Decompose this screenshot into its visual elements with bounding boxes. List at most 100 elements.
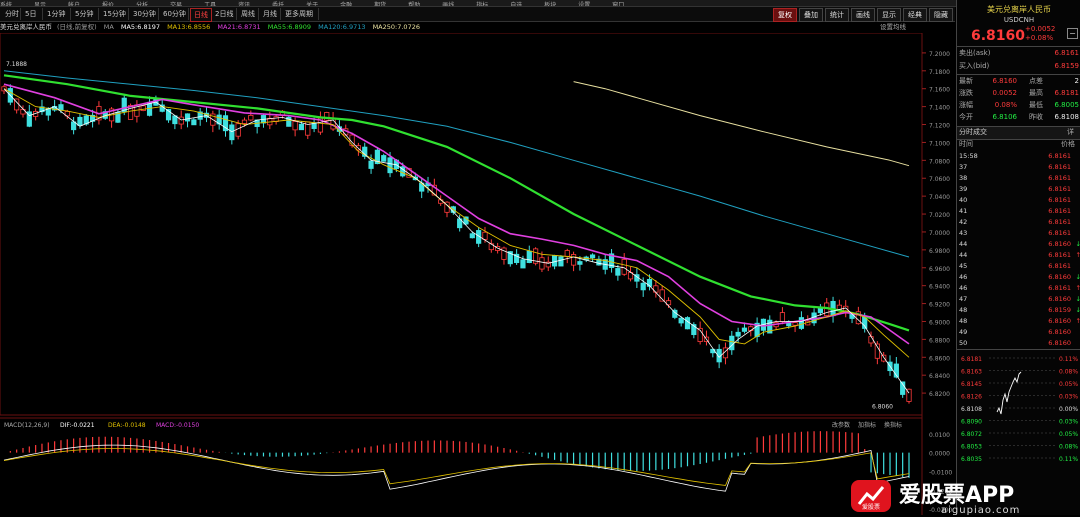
toolbar-button-5[interactable]: 经典: [903, 8, 927, 22]
macd-label-part: MACD(12,26,9): [4, 422, 50, 429]
tick-time: 48: [959, 306, 968, 314]
quote-label: 点差: [1029, 77, 1043, 85]
tick-price: 6.8161: [1048, 163, 1071, 171]
timeframe-2[interactable]: 1分钟: [44, 8, 71, 20]
y-tick-label: 7.1800: [929, 69, 950, 76]
timeframe-6[interactable]: 60分钟: [160, 8, 189, 20]
candle-body: [881, 354, 887, 362]
tick-row: 48 6.8160 ↑: [959, 317, 1080, 325]
y-tick-label: 6.8600: [929, 355, 950, 362]
ticks-header-price: 价格: [1061, 140, 1075, 148]
ma21-line: [3, 83, 910, 345]
quote-value: 6.8106: [992, 113, 1018, 121]
high-annotation: 7.1888: [6, 61, 27, 68]
ma-settings-button[interactable]: 设置均线: [880, 22, 906, 33]
ask-price: 6.8161: [1054, 49, 1080, 57]
macd-histogram: [9, 431, 910, 478]
tick-time: 46: [959, 273, 968, 281]
mini-price-label: 6.8181: [961, 356, 982, 363]
timeframe-4[interactable]: 15分钟: [100, 8, 129, 20]
candle-body: [298, 123, 305, 131]
tick-price: 6.8161: [1048, 174, 1071, 182]
candle-body: [184, 113, 191, 122]
mini-pct-label: 0.05%: [1059, 381, 1078, 388]
quote-value: 6.8005: [1054, 101, 1080, 109]
timeframe-0[interactable]: 分时: [2, 8, 21, 20]
quote-label: 涨跌: [959, 89, 973, 97]
ticks-toggle-button[interactable]: 详: [1067, 127, 1074, 137]
indicator-button-1[interactable]: 加指标: [858, 421, 876, 429]
timeframe-10[interactable]: 月线: [260, 8, 281, 20]
tick-time: 45: [959, 262, 968, 270]
toolbar-button-4[interactable]: 显示: [877, 8, 901, 22]
candle-body: [792, 322, 798, 326]
indicator-button-0[interactable]: 改参数: [832, 421, 850, 429]
candle-body: [684, 317, 691, 330]
toolbar-button-1[interactable]: 叠加: [799, 8, 823, 22]
quote-panel: 美元兑离岸人民币 USDCNH 6.8160 +0.0052 +0.08% − …: [956, 0, 1080, 515]
tick-price: 6.8161: [1048, 185, 1071, 193]
dea-line: [3, 448, 910, 486]
timeframe-9[interactable]: 周线: [238, 8, 259, 20]
y-tick-label: 6.9200: [929, 302, 950, 309]
candle-body: [368, 160, 374, 169]
mini-price-label: 6.8108: [961, 406, 982, 413]
tick-price: 6.8161: [1048, 229, 1071, 237]
tick-price: 6.8160: [1048, 295, 1071, 303]
toolbar-button-2[interactable]: 统计: [825, 8, 849, 22]
toolbar-button-3[interactable]: 画线: [851, 8, 875, 22]
mini-price-label: 6.8090: [961, 419, 982, 426]
quote-value: 2: [1074, 77, 1079, 85]
ma120-value: MA120:6.9713: [318, 23, 366, 31]
candle-body: [868, 336, 874, 344]
toolbar-button-6[interactable]: 隐藏: [929, 8, 953, 22]
tick-time: 48: [959, 317, 968, 325]
period-label: (日线,前复权): [57, 23, 97, 31]
timeframe-7[interactable]: 日线: [190, 8, 212, 22]
tick-row: 37 6.8161: [959, 162, 1079, 173]
macd-label-part: DIF:-0.0221: [60, 422, 95, 429]
intraday-mini-chart: 6.8181 0.11% 6.8163 0.08% 6.8145 0.05% 6.8126 0…: [961, 356, 1078, 462]
candle-body: [229, 124, 235, 141]
y-tick-label: 7.1600: [929, 87, 950, 94]
candle-body: [570, 254, 577, 266]
tick-row: 50 6.8160: [959, 338, 1079, 349]
timeframe-8[interactable]: 2日线: [212, 8, 237, 20]
tick-row: 47 6.8160 ↓: [959, 295, 1080, 303]
candle-body: [77, 116, 83, 126]
tick-time: 44: [959, 240, 968, 248]
candle-body: [640, 282, 646, 291]
toolbar-button-0[interactable]: 复权: [773, 8, 797, 22]
candle-body: [381, 155, 387, 162]
mini-price-label: 6.8126: [961, 394, 982, 401]
mini-pct-label: 0.05%: [1059, 431, 1078, 438]
candle-body: [526, 250, 532, 263]
timeframe-5[interactable]: 30分钟: [130, 8, 159, 20]
tick-row: 15:58 6.8161: [959, 151, 1079, 162]
tick-row: 46 6.8160 ↓: [959, 273, 1080, 281]
quote-row: 涨幅 0.08% 最低 6.8005: [959, 100, 1079, 111]
indicator-button-2[interactable]: 换指标: [884, 421, 902, 429]
tick-price: 6.8160: [1048, 328, 1071, 336]
panel-code: USDCNH: [1003, 16, 1035, 24]
macd-label-part: DEA:-0.0148: [108, 422, 146, 429]
y-tick-label: 7.0000: [929, 230, 950, 237]
macd-tick-label: 0.0000: [929, 451, 950, 458]
timeframe-3[interactable]: 5分钟: [72, 8, 99, 20]
tick-time: 42: [959, 218, 968, 226]
tick-row: 41 6.8161: [959, 206, 1079, 217]
tick-price: 6.8160: [1048, 273, 1071, 281]
tick-row: 38 6.8161: [959, 173, 1079, 184]
candle-body: [539, 257, 545, 270]
candle-body: [191, 119, 197, 126]
tick-row: 39 6.8161: [959, 184, 1079, 195]
bid-price: 6.8159: [1054, 62, 1080, 70]
timeframe-1[interactable]: 5日: [22, 8, 43, 20]
tick-row: 45 6.8161: [959, 261, 1079, 272]
candlestick-chart[interactable]: 7.2000 7.1800 7.1600 7.1400 7.1200 7.1000 7.08…: [0, 33, 955, 515]
y-tick-label: 6.9600: [929, 266, 950, 273]
timeframe-11[interactable]: 更多周期: [282, 8, 319, 20]
instrument-name: 美元兑离岸人民币: [0, 23, 52, 31]
ma120-line: [3, 70, 910, 258]
collapse-button[interactable]: −: [1067, 28, 1078, 39]
